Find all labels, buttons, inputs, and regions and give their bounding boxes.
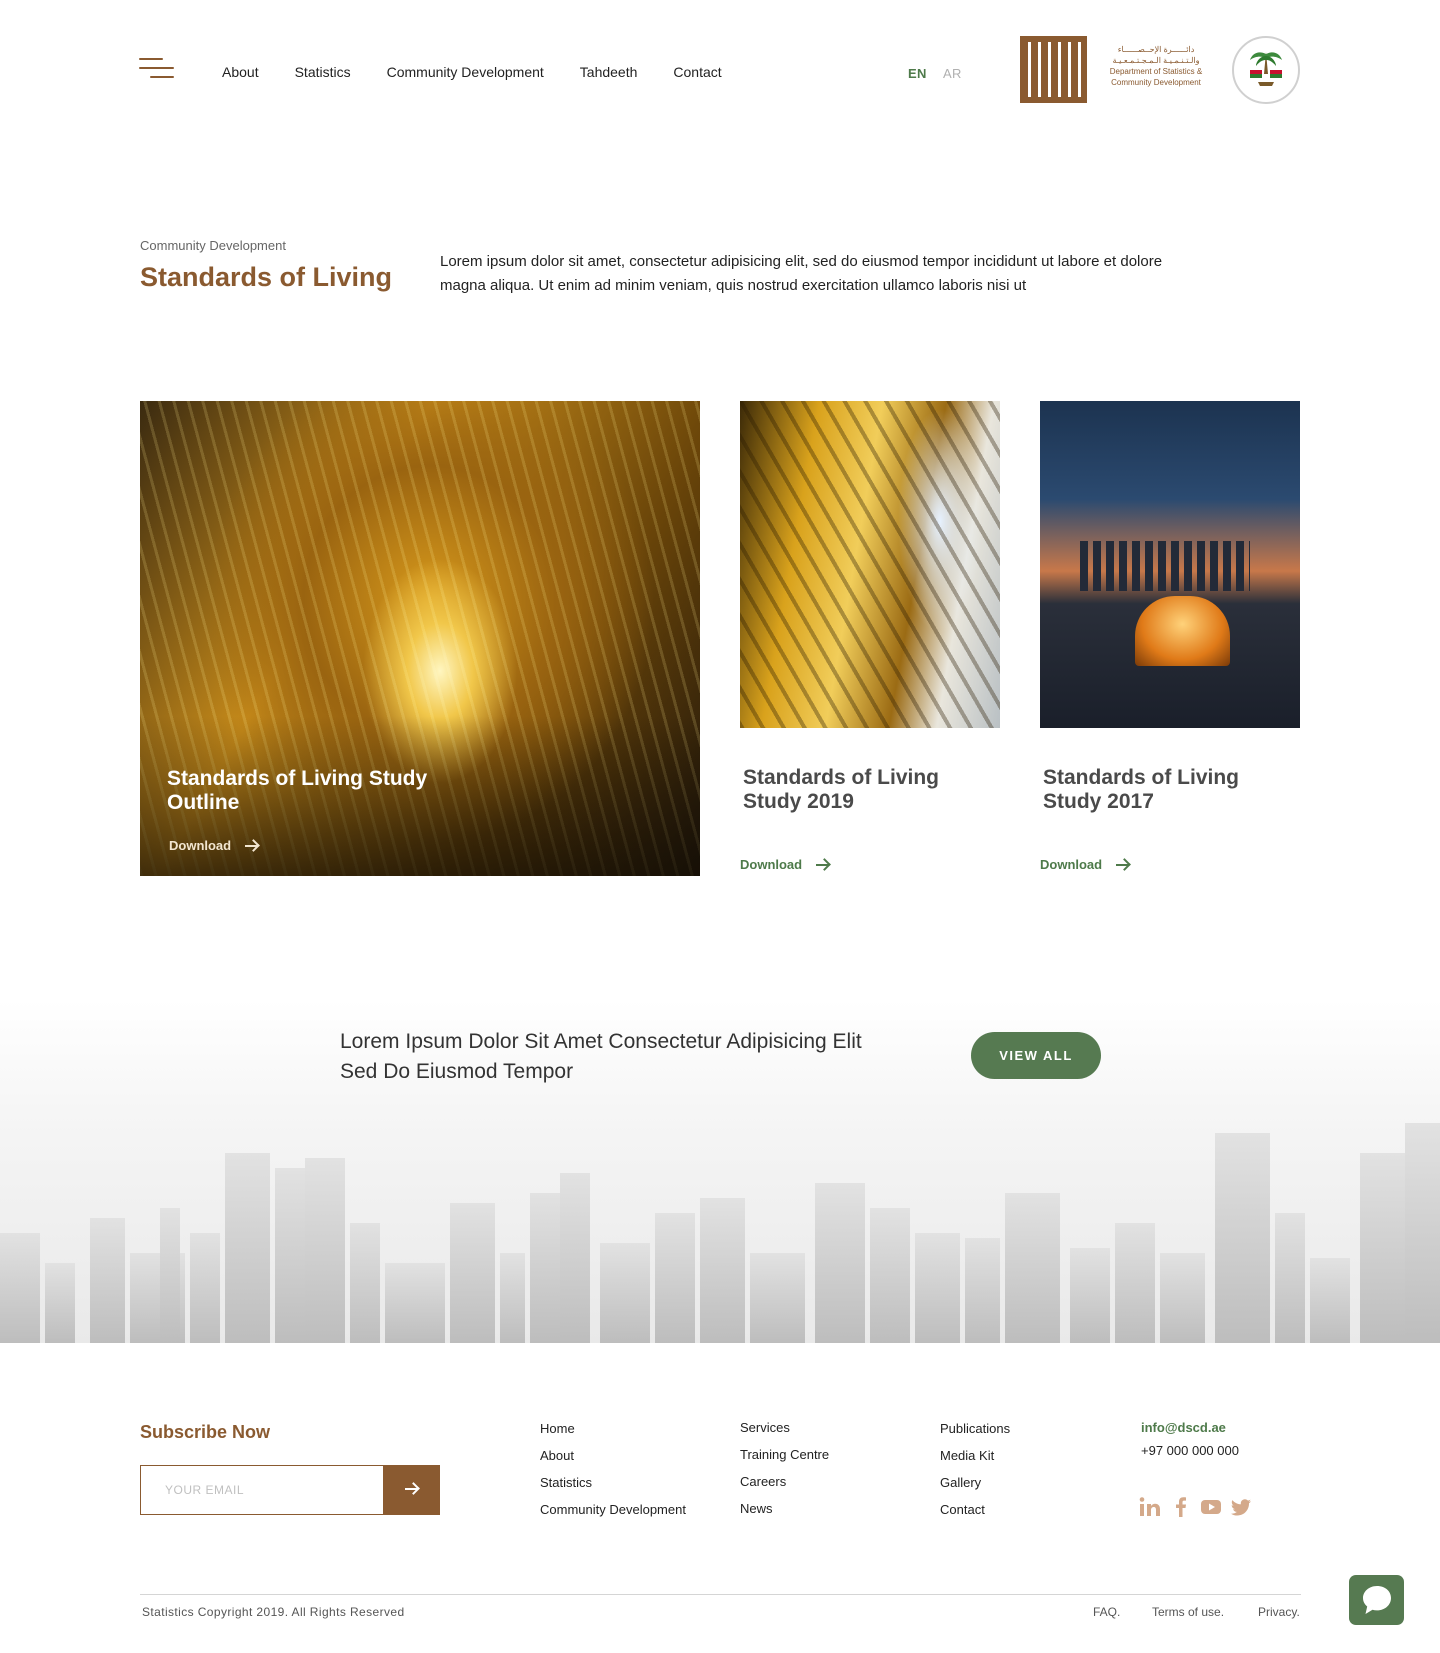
department-logo-mark[interactable] [1020,36,1087,103]
main-nav: About Statistics Community Development T… [222,64,758,80]
arrow-right-icon [245,840,259,852]
facebook-icon[interactable] [1170,1496,1192,1518]
footer-link-terms[interactable]: Terms of use. [1152,1605,1224,1619]
logo-text-ar-1: دائــــــرة الإحــصــــــاء [1117,45,1195,54]
footer-links-col-2: Services Training Centre Careers News [740,1419,829,1517]
footer-link-faq[interactable]: FAQ. [1093,1605,1120,1619]
footer-link-training-centre[interactable]: Training Centre [740,1446,829,1463]
subscribe-submit-button[interactable] [383,1465,440,1515]
nav-tahdeeth[interactable]: Tahdeeth [580,64,638,80]
site-header: About Statistics Community Development T… [0,0,1440,140]
arrow-right-icon [404,1483,419,1495]
card-title-study-2019: Standards of Living Study 2019 [743,766,940,813]
logo-text-en-2: Community Development [1111,78,1201,87]
nav-contact[interactable]: Contact [673,64,721,80]
footer-divider [140,1594,1301,1595]
hamburger-menu-icon[interactable] [139,58,174,80]
nav-about[interactable]: About [222,64,259,80]
youtube-icon[interactable] [1200,1496,1222,1518]
footer-link-publications[interactable]: Publications [940,1420,1010,1437]
mosque-image [1135,596,1230,666]
footer-link-privacy[interactable]: Privacy. [1258,1605,1300,1619]
footer-link-media-kit[interactable]: Media Kit [940,1447,1010,1464]
subscribe-title: Subscribe Now [140,1422,271,1442]
footer-link-gallery[interactable]: Gallery [940,1474,1010,1491]
footer-link-home[interactable]: Home [540,1420,686,1437]
logo-text-en-1: Department of Statistics & [1109,67,1203,76]
footer-links-col-3: Publications Media Kit Gallery Contact [940,1420,1010,1518]
view-all-button[interactable]: VIEW ALL [971,1032,1101,1079]
arrow-right-icon [1116,859,1130,871]
nav-community-development[interactable]: Community Development [387,64,544,80]
contact-email-link[interactable]: info@dscd.ae [1141,1420,1226,1435]
chat-button[interactable] [1349,1575,1404,1625]
subscribe-email-input[interactable] [140,1465,383,1515]
linkedin-icon[interactable] [1139,1496,1161,1518]
arrow-right-icon [816,859,830,871]
contact-phone: +97 000 000 000 [1141,1443,1239,1458]
card-title: Standards of Living Study Outline [167,767,428,814]
footer-link-careers[interactable]: Careers [740,1473,829,1490]
language-ar[interactable]: AR [943,66,962,81]
card-image-study-2019[interactable] [740,401,1000,728]
emblem-icon [1232,36,1300,104]
footer-links-col-1: Home About Statistics Community Developm… [540,1420,686,1518]
intro-text: Lorem ipsum dolor sit amet, consectetur … [440,253,1163,294]
download-link-study-2019[interactable]: Download [740,857,830,872]
logo-text-ar-2: والـتـنـمـيـة الـمـجـتـمـعـيـة [1112,56,1200,65]
card-title-study-2017: Standards of Living Study 2017 [1043,766,1240,813]
download-label: Download [169,838,232,853]
download-link[interactable]: Download [169,838,259,853]
cta-text: Lorem Ipsum Dolor Sit Amet Consectetur A… [340,1030,862,1083]
download-label: Download [1040,857,1103,872]
page-eyebrow: Community Development [140,238,286,253]
feature-card-study-outline[interactable]: Standards of Living Study Outline Downlo… [140,401,700,876]
footer-link-services[interactable]: Services [740,1419,829,1436]
twitter-icon[interactable] [1230,1496,1252,1518]
card-image-study-2017[interactable] [1040,401,1300,728]
footer-link-statistics[interactable]: Statistics [540,1474,686,1491]
city-skyline-image [0,1123,1440,1343]
download-link-study-2017[interactable]: Download [1040,857,1130,872]
footer-link-news[interactable]: News [740,1500,829,1517]
nav-statistics[interactable]: Statistics [295,64,351,80]
copyright-text: Statistics Copyright 2019. All Rights Re… [142,1605,405,1619]
footer-link-about[interactable]: About [540,1447,686,1464]
download-label: Download [740,857,803,872]
chat-bubble-icon [1363,1586,1391,1614]
footer-link-contact[interactable]: Contact [940,1501,1010,1518]
footer-link-community-development[interactable]: Community Development [540,1501,686,1518]
language-en[interactable]: EN [908,66,927,81]
department-logo-text: دائــــــرة الإحــصــــــاء والـتـنـمـيـ… [1100,44,1212,88]
page-title: Standards of Living [140,262,393,292]
